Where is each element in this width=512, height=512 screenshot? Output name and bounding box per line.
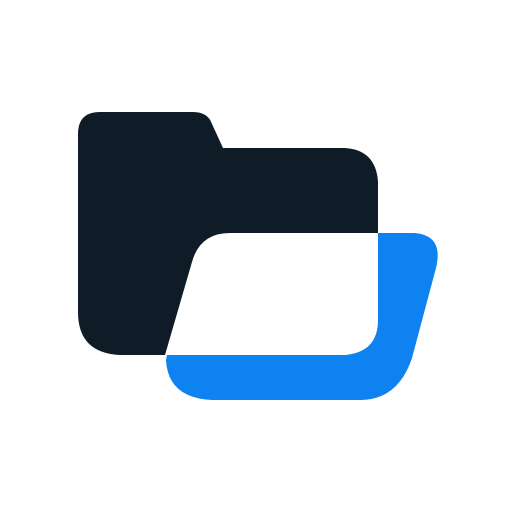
icon-canvas — [0, 0, 512, 512]
open-folder-icon — [78, 112, 438, 400]
folder-back-shape — [78, 112, 378, 355]
folder-front-shape — [166, 233, 438, 400]
